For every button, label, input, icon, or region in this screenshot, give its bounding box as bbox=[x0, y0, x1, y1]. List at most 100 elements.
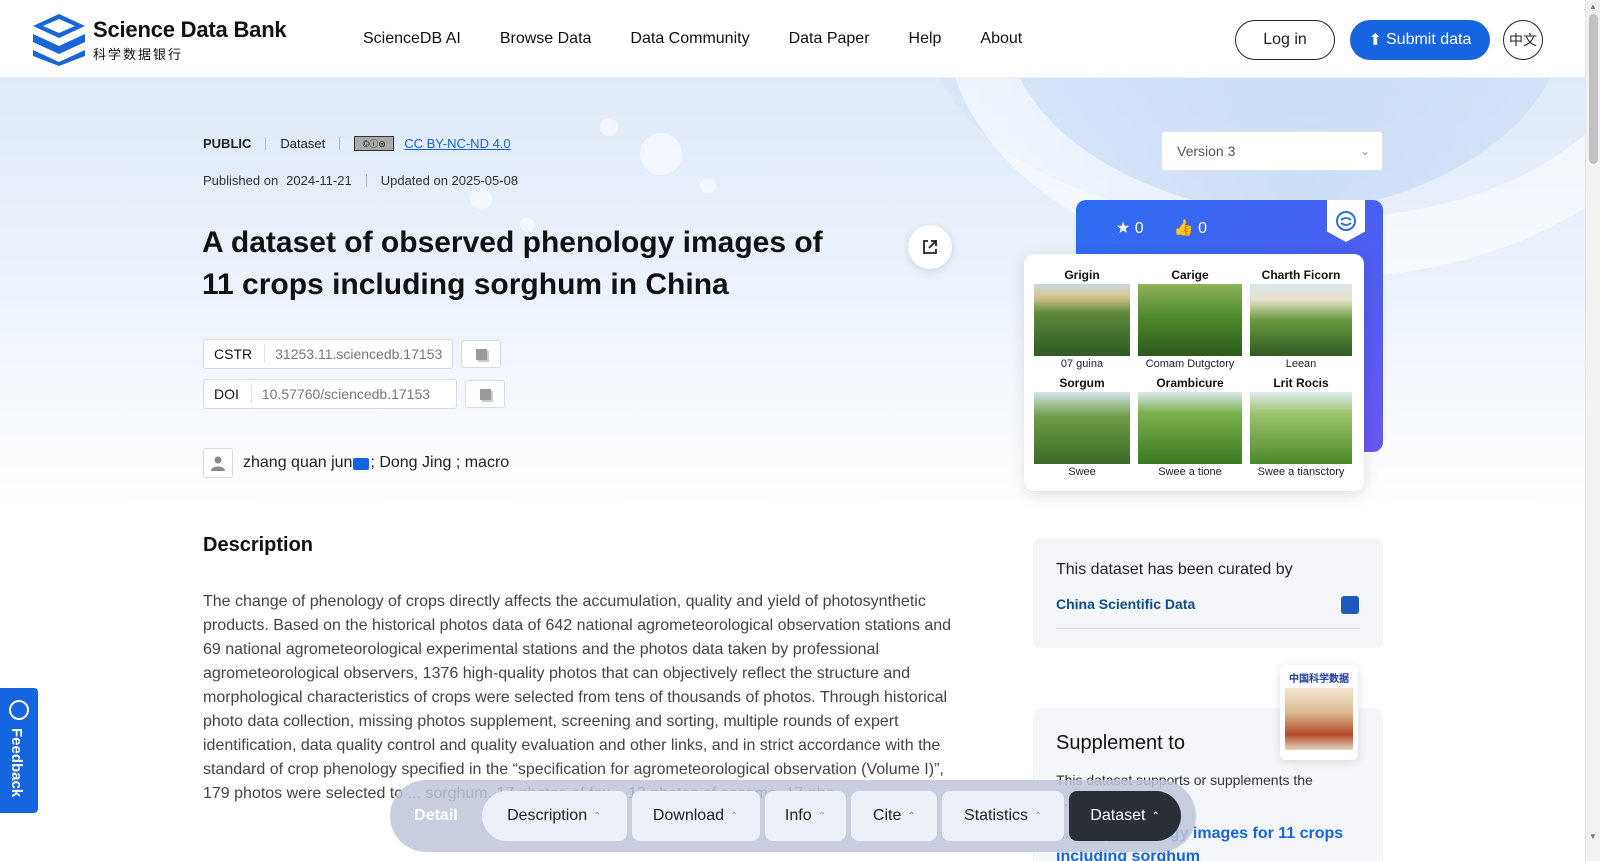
feedback-label: Feedback bbox=[8, 728, 25, 798]
nav-data-community[interactable]: Data Community bbox=[630, 30, 749, 48]
like-count[interactable]: 👍 0 bbox=[1174, 218, 1207, 238]
feedback-icon bbox=[9, 700, 29, 720]
share-button[interactable] bbox=[908, 225, 952, 269]
published-label: Published on bbox=[203, 173, 279, 188]
copy-icon bbox=[479, 388, 491, 400]
submit-data-label: Submit data bbox=[1386, 31, 1472, 48]
page-scrollbar[interactable]: ▲ ▼ bbox=[1585, 0, 1600, 861]
nav-sciencedb-ai[interactable]: ScienceDB AI bbox=[363, 30, 461, 48]
nav-about[interactable]: About bbox=[980, 30, 1022, 48]
crop-photo bbox=[1250, 392, 1352, 464]
tab-info[interactable]: Info ⌃ bbox=[764, 791, 847, 841]
login-button[interactable]: Log in bbox=[1235, 20, 1335, 60]
crop-caption: Swee bbox=[1068, 466, 1096, 478]
link-icon[interactable] bbox=[1341, 596, 1359, 614]
dataset-type: Dataset bbox=[280, 136, 326, 151]
mail-icon[interactable] bbox=[353, 458, 370, 470]
dataset-cover-image[interactable]: Grigin 07 guina Carige Comam Dutgctory Chart… bbox=[1024, 254, 1364, 491]
crop-thumbnail: Lrit Rocis Swee a tiansctory bbox=[1250, 376, 1352, 484]
chevron-up-icon: ⌃ bbox=[1034, 810, 1043, 822]
doi-value: 10.57760/sciencedb.17153 bbox=[261, 386, 431, 402]
copy-cstr-button[interactable] bbox=[461, 340, 501, 368]
crop-photo bbox=[1034, 392, 1130, 464]
language-toggle[interactable]: 中文 bbox=[1503, 20, 1543, 60]
crop-thumbnail: Charth Ficorn Leean bbox=[1250, 268, 1352, 376]
user-icon bbox=[203, 448, 233, 478]
crop-thumbnail: Sorgum Swee bbox=[1034, 376, 1130, 484]
version-value: Version 3 bbox=[1177, 143, 1236, 159]
crop-caption: Swee a tione bbox=[1158, 466, 1222, 478]
tab-dataset[interactable]: Dataset ⌃ bbox=[1069, 791, 1181, 841]
nav-help[interactable]: Help bbox=[909, 30, 942, 48]
crop-thumbnail: Carige Comam Dutgctory bbox=[1138, 268, 1242, 376]
chevron-up-icon: ⌃ bbox=[817, 810, 826, 822]
curated-badge-icon bbox=[1327, 200, 1365, 242]
tab-download[interactable]: Download ⌃ bbox=[631, 791, 760, 841]
supplement-heading: Supplement to bbox=[1056, 732, 1185, 754]
curated-panel: This dataset has been curated by China S… bbox=[1033, 538, 1383, 648]
tab-description[interactable]: Description ⌃ bbox=[481, 791, 627, 841]
crop-name: Sorgum bbox=[1059, 376, 1105, 390]
science-data-bank-logo-icon bbox=[33, 14, 85, 66]
crop-photo bbox=[1138, 284, 1242, 356]
crop-thumbnail: Grigin 07 guina bbox=[1034, 268, 1130, 376]
section-float-nav: Detail Description ⌃ Download ⌃ Info ⌃ Cite… bbox=[390, 780, 1196, 852]
author-others[interactable]: ; Dong Jing ; macro bbox=[370, 454, 509, 472]
logo-title: Science Data Bank bbox=[93, 17, 287, 42]
version-select[interactable]: Version 3 ⌄ bbox=[1161, 131, 1383, 171]
upload-icon: ⬆ bbox=[1368, 32, 1382, 49]
updated-date: Updated on 2025-05-08 bbox=[380, 173, 519, 188]
curator-name[interactable]: China Scientific Data bbox=[1056, 596, 1195, 612]
crop-name: Charth Ficorn bbox=[1261, 268, 1341, 282]
scroll-up-icon[interactable]: ▲ bbox=[1589, 2, 1597, 11]
curated-label: This dataset has been curated by bbox=[1056, 561, 1293, 578]
author-list: zhang quan jun ; Dong Jing ; macro bbox=[203, 448, 509, 478]
crop-photo bbox=[1138, 392, 1242, 464]
chevron-up-icon: ⌃ bbox=[593, 810, 602, 822]
crop-name: Carige bbox=[1171, 268, 1209, 282]
scroll-down-icon[interactable]: ▼ bbox=[1589, 832, 1597, 841]
chevron-up-icon: ⌃ bbox=[1151, 810, 1160, 822]
star-count[interactable]: ★ 0 bbox=[1116, 218, 1144, 238]
nav-data-paper[interactable]: Data Paper bbox=[789, 30, 870, 48]
chevron-down-icon: ⌄ bbox=[1359, 144, 1370, 158]
cstr-box: CSTR 31253.11.sciencedb.17153 bbox=[203, 339, 453, 369]
nav-browse-data[interactable]: Browse Data bbox=[500, 30, 592, 48]
site-logo[interactable]: Science Data Bank 科学数据银行 bbox=[31, 12, 287, 68]
crop-caption: Swee a tiansctory bbox=[1257, 466, 1345, 478]
doi-box: DOI 10.57760/sciencedb.17153 bbox=[203, 379, 457, 409]
license-link[interactable]: CC BY-NC-ND 4.0 bbox=[404, 136, 510, 151]
dataset-meta: PUBLIC Dataset ©ⓘ⊜ CC BY-NC-ND 4.0 bbox=[203, 136, 511, 151]
crop-caption: 07 guina bbox=[1060, 358, 1104, 370]
crop-photo bbox=[1034, 284, 1130, 356]
author-primary[interactable]: zhang quan jun bbox=[243, 454, 352, 472]
journal-cover-title: 中国科学数据 bbox=[1289, 674, 1349, 685]
description-text: The change of phenology of crops directl… bbox=[203, 593, 952, 802]
thumbs-up-icon: 👍 bbox=[1173, 220, 1194, 237]
copy-icon bbox=[475, 348, 487, 360]
published-date: 2024-11-21 bbox=[286, 173, 352, 188]
float-nav-title: Detail bbox=[414, 807, 458, 824]
journal-cover[interactable]: 中国科学数据 bbox=[1280, 665, 1358, 760]
crop-name: Lrit Rocis bbox=[1273, 376, 1329, 390]
cc-license-icon: ©ⓘ⊜ bbox=[354, 136, 395, 151]
crop-thumbnail: Orambicure Swee a tione bbox=[1138, 376, 1242, 484]
feedback-tab[interactable]: Feedback bbox=[0, 688, 38, 813]
copy-doi-button[interactable] bbox=[465, 380, 505, 408]
submit-data-button[interactable]: ⬆ Submit data bbox=[1350, 20, 1490, 60]
description-heading: Description bbox=[203, 534, 314, 556]
crop-name: Orambicure bbox=[1156, 376, 1224, 390]
crop-caption: Leean bbox=[1285, 358, 1317, 370]
cstr-label: CSTR bbox=[204, 345, 266, 363]
tab-statistics[interactable]: Statistics ⌃ bbox=[942, 791, 1065, 841]
tab-cite[interactable]: Cite ⌃ bbox=[851, 791, 938, 841]
doi-label: DOI bbox=[204, 385, 252, 403]
logo-subtitle: 科学数据银行 bbox=[93, 47, 184, 62]
access-badge: PUBLIC bbox=[203, 136, 252, 151]
crop-photo bbox=[1250, 284, 1352, 356]
external-link-icon bbox=[923, 240, 937, 254]
dataset-title: A dataset of observed phenology images o… bbox=[202, 226, 823, 301]
top-header: Science Data Bank 科学数据银行 ScienceDB AI Br… bbox=[0, 0, 1585, 78]
scrollbar-thumb[interactable] bbox=[1589, 14, 1598, 164]
chevron-up-icon: ⌃ bbox=[907, 810, 916, 822]
